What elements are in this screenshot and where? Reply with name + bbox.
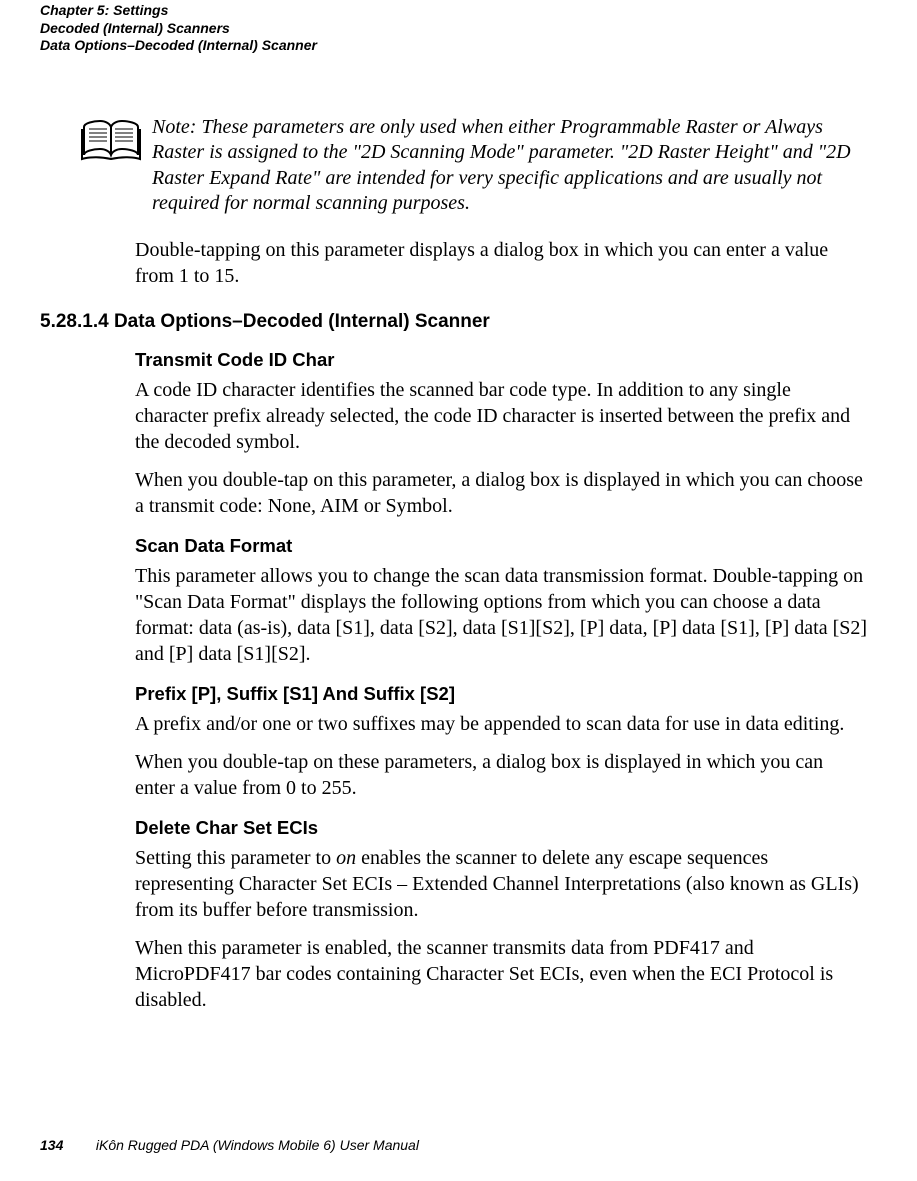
note-text: Note: These parameters are only used whe… [152,115,857,217]
open-book-icon [80,117,142,165]
paragraph: This parameter allows you to change the … [40,563,877,667]
paragraph: A code ID character identifies the scann… [40,377,877,455]
paragraph: When this parameter is enabled, the scan… [40,935,877,1013]
note-body: These parameters are only used when eith… [152,116,851,215]
page-footer: 134 iKôn Rugged PDA (Windows Mobile 6) U… [40,1137,419,1153]
header-line-subsection: Data Options–Decoded (Internal) Scanner [40,37,877,55]
text-fragment: Setting this parameter to [135,847,336,869]
heading-delete-char-set-ecis: Delete Char Set ECIs [40,817,877,839]
heading-scan-data-format: Scan Data Format [40,535,877,557]
paragraph: A prefix and/or one or two suffixes may … [40,711,877,737]
note-block: Note: These parameters are only used whe… [40,115,877,217]
page-number: 134 [40,1137,92,1153]
running-header: Chapter 5: Settings Decoded (Internal) S… [40,0,877,55]
section-number: 5.28.1.4 [40,311,109,332]
intro-paragraph: Double-tapping on this parameter display… [40,237,877,289]
page: Chapter 5: Settings Decoded (Internal) S… [0,0,917,1181]
paragraph: Setting this parameter to on enables the… [40,845,877,923]
emphasis-on: on [336,847,356,869]
header-line-chapter: Chapter 5: Settings [40,2,877,20]
paragraph: When you double-tap on this parameter, a… [40,467,877,519]
section-heading: 5.28.1.4 Data Options–Decoded (Internal)… [40,311,877,333]
heading-prefix-suffix: Prefix [P], Suffix [S1] And Suffix [S2] [40,683,877,705]
header-line-section: Decoded (Internal) Scanners [40,20,877,38]
note-label: Note: [152,116,196,138]
paragraph: When you double-tap on these parameters,… [40,749,877,801]
manual-title: iKôn Rugged PDA (Windows Mobile 6) User … [96,1137,419,1153]
section-title: Data Options–Decoded (Internal) Scanner [114,311,490,332]
heading-transmit-code-id-char: Transmit Code ID Char [40,349,877,371]
